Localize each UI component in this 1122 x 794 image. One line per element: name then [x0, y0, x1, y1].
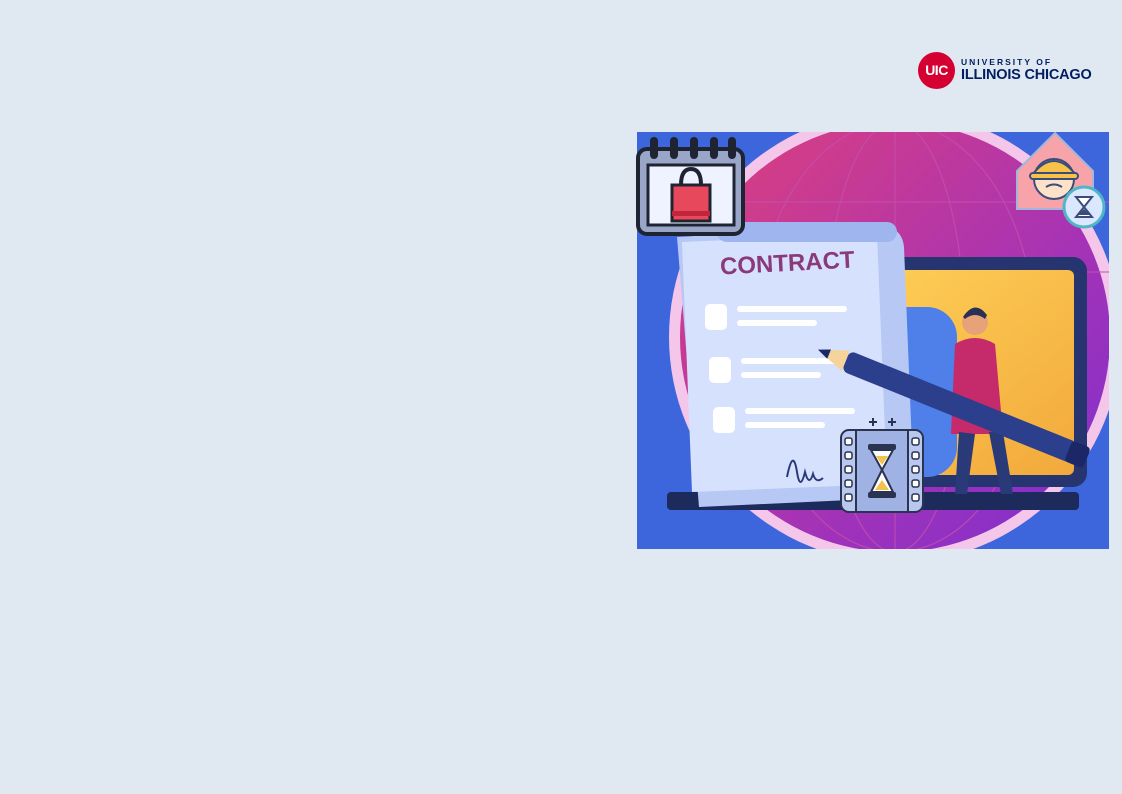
uic-logo-badge: UIC	[918, 51, 955, 89]
calendar-shopping-bag-icon	[636, 135, 746, 237]
uic-logo-wordmark: UNIVERSITY OF ILLINOIS CHICAGO	[961, 57, 1092, 83]
film-hourglass-icon	[838, 416, 926, 514]
worker-house-hourglass-icon	[1012, 131, 1109, 229]
logo-line-university: UNIVERSITY OF	[961, 57, 1053, 67]
uic-logo: UIC UNIVERSITY OF ILLINOIS CHICAGO	[918, 51, 1110, 89]
logo-line-illinois-chicago: ILLINOIS CHICAGO	[961, 67, 1092, 83]
